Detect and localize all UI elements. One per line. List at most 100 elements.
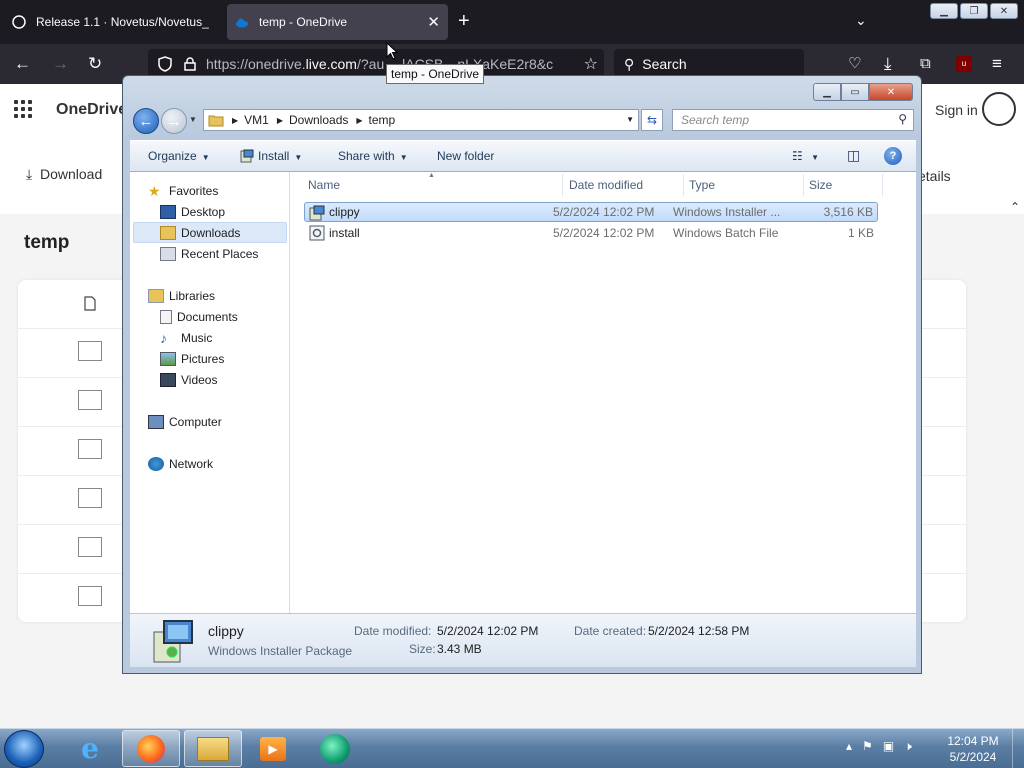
hamburger-menu-icon[interactable]: ≡: [992, 54, 1002, 74]
taskbar-internet-explorer[interactable]: e: [61, 730, 119, 767]
onedrive-folder-title: temp: [24, 232, 70, 253]
taskbar-firefox[interactable]: [122, 730, 180, 767]
back-arrow-icon[interactable]: ←: [14, 54, 31, 74]
onedrive-app-name[interactable]: OneDrive: [56, 101, 127, 119]
search-icon: ⚲: [898, 112, 907, 126]
column-divider[interactable]: [882, 174, 883, 196]
breadcrumb-separator-icon[interactable]: ▶: [232, 116, 238, 125]
music-note-icon: ♪: [160, 329, 167, 346]
forward-arrow-icon[interactable]: →: [52, 54, 69, 74]
downloads-icon[interactable]: ⤓: [884, 54, 892, 74]
organize-menu-button[interactable]: Organize ▼: [148, 149, 210, 163]
breadcrumb-downloads[interactable]: Downloads: [289, 113, 348, 127]
minimize-button[interactable]: ▁: [930, 3, 958, 19]
navigation-pane: ★ Favorites Desktop Downloads Recent Plac…: [130, 172, 290, 613]
nav-videos[interactable]: Videos: [160, 369, 217, 390]
share-with-menu-button[interactable]: Share with ▼: [338, 149, 408, 163]
nav-documents[interactable]: Documents: [160, 306, 238, 327]
network-tray-icon[interactable]: ▣: [883, 739, 894, 753]
refresh-icon: ⇆: [646, 113, 658, 127]
pocket-icon[interactable]: ♡: [848, 54, 861, 74]
taskbar-media-player[interactable]: ▶: [244, 730, 302, 767]
explorer-minimize-button[interactable]: ▁: [813, 83, 841, 101]
list-all-tabs-chevron-icon[interactable]: ⌄: [855, 12, 867, 29]
text-file-icon: [78, 586, 102, 606]
column-header-size[interactable]: Size: [809, 178, 832, 192]
close-tab-icon[interactable]: ✕: [427, 13, 440, 31]
column-header-name[interactable]: Name: [308, 178, 340, 192]
file-row-clippy[interactable]: clippy 5/2/2024 12:02 PM Windows Install…: [304, 202, 878, 222]
address-bar[interactable]: ▶ VM1 ▶ Downloads ▶ temp ▼: [203, 109, 639, 131]
nav-libraries[interactable]: Libraries: [148, 285, 215, 306]
column-header-type[interactable]: Type: [689, 178, 715, 192]
tab-onedrive-temp[interactable]: temp - OneDrive ✕: [227, 4, 448, 40]
show-hidden-icons-chevron[interactable]: ▴: [846, 739, 852, 753]
bookmark-star-icon[interactable]: ☆: [584, 54, 598, 74]
dropdown-arrow-icon: ▼: [399, 153, 408, 162]
recent-pages-dropdown-icon[interactable]: ▼: [189, 115, 197, 124]
forward-button[interactable]: →: [161, 108, 187, 134]
address-dropdown-icon[interactable]: ▼: [626, 115, 634, 124]
refresh-button[interactable]: ⇆: [641, 109, 663, 131]
new-tab-button[interactable]: +: [458, 10, 470, 32]
sign-in-link[interactable]: Sign in: [935, 102, 978, 118]
nav-network[interactable]: Network: [148, 453, 213, 474]
extensions-icon[interactable]: ⧉: [920, 54, 931, 74]
user-avatar-icon[interactable]: [982, 92, 1016, 126]
details-button[interactable]: etails: [918, 168, 951, 184]
nav-computer[interactable]: Computer: [148, 411, 222, 432]
nav-desktop[interactable]: Desktop: [160, 201, 225, 222]
taskbar-file-explorer[interactable]: [184, 730, 242, 767]
details-date-created: 5/2/2024 12:58 PM: [648, 624, 750, 638]
folder-icon: [208, 115, 224, 127]
explorer-maximize-button[interactable]: ▭: [841, 83, 869, 101]
volume-muted-icon[interactable]: 🕨: [904, 739, 912, 753]
file-type-header-icon: [84, 296, 96, 311]
file-list-pane: ▲ Name Date modified Type Size clippy 5/…: [290, 172, 916, 613]
breadcrumb-separator-icon[interactable]: ▶: [356, 116, 362, 125]
explorer-search-input[interactable]: Search temp ⚲: [672, 109, 914, 131]
scroll-up-chevron-icon[interactable]: ⌃: [1010, 200, 1020, 214]
details-size-label: Size:: [409, 642, 436, 656]
show-desktop-button[interactable]: [1012, 729, 1024, 768]
back-button[interactable]: ←: [133, 108, 159, 134]
restore-button[interactable]: ❐: [960, 3, 988, 19]
nav-recent-places[interactable]: Recent Places: [160, 243, 258, 264]
details-pane: clippy Windows Installer Package Date mo…: [130, 613, 916, 667]
column-divider[interactable]: [683, 174, 684, 196]
breadcrumb-separator-icon[interactable]: ▶: [277, 116, 283, 125]
nav-pictures[interactable]: Pictures: [160, 348, 224, 369]
firefox-icon: [137, 734, 165, 763]
install-menu-button[interactable]: Install ▼: [240, 149, 302, 163]
nav-favorites[interactable]: ★ Favorites: [148, 180, 218, 201]
taskbar-app[interactable]: [306, 730, 364, 767]
close-window-button[interactable]: ✕: [990, 3, 1018, 19]
action-center-flag-icon[interactable]: ⚑: [862, 739, 873, 753]
explorer-close-button[interactable]: ✕: [869, 83, 913, 101]
reload-icon[interactable]: ↻: [88, 54, 102, 74]
file-size: 3,516 KB: [823, 205, 873, 219]
download-button[interactable]: ⤓ Download: [26, 166, 102, 183]
app-launcher-icon[interactable]: [14, 100, 32, 118]
taskbar-clock[interactable]: 12:04 PM 5/2/2024: [942, 733, 1004, 765]
preview-pane-icon[interactable]: ◫: [847, 147, 860, 164]
column-divider[interactable]: [803, 174, 804, 196]
nav-music[interactable]: ♪ Music: [160, 327, 212, 348]
new-folder-button[interactable]: New folder: [437, 149, 494, 163]
start-button[interactable]: [4, 730, 44, 768]
nav-downloads[interactable]: Downloads: [133, 222, 287, 243]
file-date: 5/2/2024 12:02 PM: [553, 226, 655, 240]
breadcrumb-vm1[interactable]: VM1: [244, 113, 269, 127]
shield-icon: [158, 56, 172, 72]
ublock-origin-icon[interactable]: u: [956, 56, 972, 72]
tab-novetus-release[interactable]: Release 1.1 · Novetus/Novetus_: [4, 4, 222, 40]
file-row-install[interactable]: install 5/2/2024 12:02 PM Windows Batch …: [304, 223, 878, 243]
system-tray-icons: ▴ ⚑ ▣ 🕨: [846, 739, 912, 754]
msi-installer-large-icon: [153, 620, 193, 663]
breadcrumb-temp[interactable]: temp: [369, 113, 396, 127]
pictures-icon: [160, 351, 176, 366]
change-view-icon[interactable]: ☷ ▼: [792, 149, 819, 163]
column-divider[interactable]: [562, 174, 563, 196]
column-header-date-modified[interactable]: Date modified: [569, 178, 643, 192]
help-icon[interactable]: ?: [884, 147, 902, 165]
